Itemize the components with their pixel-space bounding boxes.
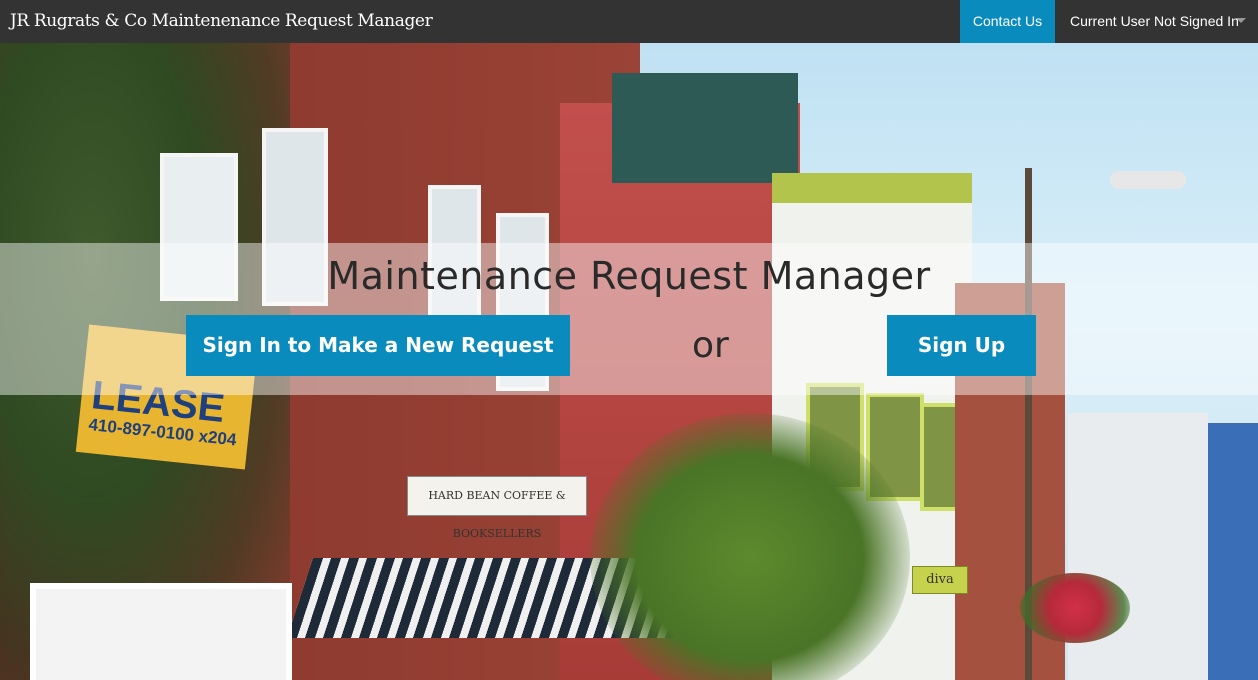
current-user-dropdown[interactable]: Current User Not Signed In (1070, 0, 1239, 43)
shop-sign: HARD BEAN COFFEE & BOOKSELLERS (407, 476, 587, 540)
or-separator: or (692, 325, 729, 366)
sign-in-button[interactable]: Sign In to Make a New Request (186, 315, 570, 376)
sign-up-button[interactable]: Sign Up (887, 315, 1036, 376)
hero-title: Maintenance Request Manager (327, 254, 931, 298)
top-navbar: JR Rugrats & Co Maintenenance Request Ma… (0, 0, 1258, 43)
blue-building (1200, 423, 1258, 680)
contact-us-link[interactable]: Contact Us (960, 0, 1055, 43)
hanging-flowers (1020, 573, 1130, 643)
street-lamp-head (1110, 171, 1186, 189)
storefront (30, 583, 292, 680)
cornice (612, 73, 798, 183)
chevron-down-icon[interactable] (1236, 18, 1246, 23)
diva-sign: diva (912, 566, 968, 594)
brand-title[interactable]: JR Rugrats & Co Maintenenance Request Ma… (10, 0, 433, 43)
